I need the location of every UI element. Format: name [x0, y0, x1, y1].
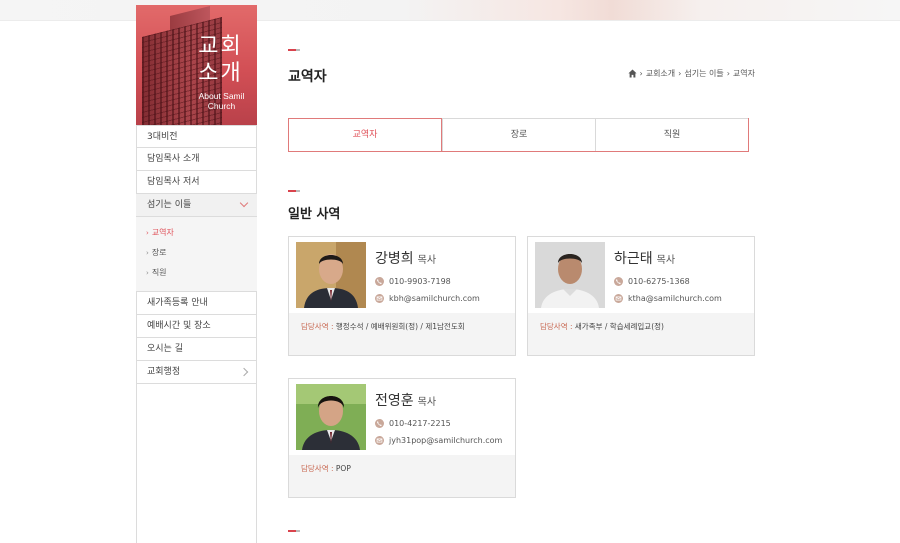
sidebar-item-label: 섬기는 이들	[147, 200, 192, 210]
staff-email: jyh31pop@samilchurch.com	[375, 436, 502, 445]
staff-name: 전영훈 목사	[375, 390, 436, 410]
breadcrumb-item[interactable]: 교회소개	[646, 68, 675, 79]
sidebar-item-administration[interactable]: 교회행정	[136, 361, 257, 384]
sidebar-item-label: 담임목사 소개	[147, 154, 200, 164]
top-banner	[0, 0, 900, 21]
staff-name-text: 강병희	[375, 251, 414, 267]
page-title: 교역자	[288, 69, 327, 85]
staff-email: kbh@samilchurch.com	[375, 294, 480, 303]
staff-name: 강병희 목사	[375, 248, 436, 268]
staff-phone: 010-4217-2215	[375, 419, 451, 428]
home-icon[interactable]	[627, 69, 637, 78]
staff-role: 목사	[417, 255, 437, 266]
breadcrumb-item[interactable]: 섬기는 이들	[684, 68, 723, 79]
staff-photo	[535, 242, 605, 308]
arrow-right-icon: ›	[146, 269, 149, 277]
staff-duty-label: 담당사역 :	[540, 322, 573, 331]
section-mark	[288, 530, 300, 532]
staff-duty-label: 담당사역 :	[301, 464, 334, 473]
staff-email: ktha@samilchurch.com	[614, 294, 722, 303]
staff-email-text[interactable]: ktha@samilchurch.com	[628, 294, 722, 303]
sidebar-item-new-family[interactable]: 새가족등록 안내	[136, 292, 257, 315]
phone-icon	[375, 419, 384, 428]
staff-duty-text: POP	[335, 464, 351, 473]
staff-email-text[interactable]: jyh31pop@samilchurch.com	[389, 436, 502, 445]
sidebar-item-label: 새가족등록 안내	[147, 298, 208, 308]
staff-phone-text: 010-4217-2215	[389, 419, 451, 428]
staff-phone: 010-9903-7198	[375, 277, 451, 286]
arrow-right-icon: ›	[146, 249, 149, 257]
sidebar-item-label: 오시는 길	[147, 344, 183, 354]
sidebar-item-pastor-books[interactable]: 담임목사 저서	[136, 171, 257, 194]
sidebar-item-directions[interactable]: 오시는 길	[136, 338, 257, 361]
staff-card: 하근태 목사 010-6275-1368 ktha@samilchurch.com…	[527, 236, 755, 356]
breadcrumb-separator-icon: ›	[639, 69, 643, 78]
sidebar-item-label: 교회행정	[147, 367, 181, 377]
submenu-item-label: 직원	[151, 268, 167, 277]
submenu-item-label: 장로	[151, 248, 167, 257]
staff-name-text: 하근태	[614, 251, 653, 267]
mail-icon	[614, 294, 623, 303]
breadcrumb-separator-icon: ›	[678, 69, 682, 78]
staff-duty: 담당사역 : 새가족부 / 학습세례입교(정)	[528, 313, 754, 355]
section-title: 일반 사역	[288, 207, 341, 222]
phone-icon	[614, 277, 623, 286]
staff-duty-text: 행정수석 / 예배위원회(정) / 제1남전도회	[335, 322, 465, 331]
staff-card: 전영훈 목사 010-4217-2215 jyh31pop@samilchurch…	[288, 378, 516, 498]
staff-phone: 010-6275-1368	[614, 277, 690, 286]
submenu-item-label: 교역자	[151, 228, 174, 237]
submenu-item-elders[interactable]: › 장로	[146, 243, 257, 263]
breadcrumb: › 교회소개 › 섬기는 이들 › 교역자	[627, 68, 755, 79]
arrow-right-icon: ›	[146, 229, 149, 237]
hero-title-line2: 소개	[198, 61, 243, 86]
submenu-item-staff[interactable]: › 직원	[146, 263, 257, 283]
breadcrumb-separator-icon: ›	[726, 69, 730, 78]
staff-role: 목사	[656, 255, 676, 266]
staff-duty: 담당사역 : 행정수석 / 예배위원회(정) / 제1남전도회	[289, 313, 515, 355]
sidebar-submenu: › 교역자 › 장로 › 직원	[136, 217, 257, 292]
staff-email-text[interactable]: kbh@samilchurch.com	[389, 294, 480, 303]
breadcrumb-item-current: 교역자	[732, 69, 755, 78]
staff-phone-text: 010-6275-1368	[628, 277, 690, 286]
sidebar-item-vision[interactable]: 3대비전	[136, 125, 257, 148]
sidebar-item-label: 담임목사 저서	[147, 177, 200, 187]
staff-duty-text: 새가족부 / 학습세례입교(정)	[574, 322, 664, 331]
sidebar-item-servants[interactable]: 섬기는 이들	[136, 194, 257, 217]
phone-icon	[375, 277, 384, 286]
hero-subtitle: About Samil Church	[198, 91, 245, 111]
hero-title-line1: 교회	[198, 34, 243, 59]
mail-icon	[375, 436, 384, 445]
sidebar: 교회 소개 About Samil Church 3대비전 담임목사 소개 담임…	[136, 5, 257, 384]
staff-duty-label: 담당사역 :	[301, 322, 334, 331]
tab-staff[interactable]: 직원	[595, 118, 748, 151]
chevron-right-icon	[239, 367, 249, 377]
staff-phone-text: 010-9903-7198	[389, 277, 451, 286]
staff-name: 하근태 목사	[614, 248, 675, 268]
section-mark	[288, 190, 300, 192]
sidebar-menu: 3대비전 담임목사 소개 담임목사 저서 섬기는 이들 › 교역자 › 장로 › 직원…	[136, 125, 257, 384]
sidebar-item-label: 3대비전	[147, 132, 178, 142]
submenu-item-ministers[interactable]: › 교역자	[146, 223, 257, 243]
chevron-down-icon	[239, 198, 249, 208]
staff-photo	[296, 242, 366, 308]
sidebar-item-worship-times[interactable]: 예배시간 및 장소	[136, 315, 257, 338]
staff-role: 목사	[417, 397, 437, 408]
tab-ministers[interactable]: 교역자	[288, 118, 442, 151]
section-mark	[288, 49, 300, 51]
tab-elders[interactable]: 장로	[442, 118, 595, 151]
tab-bar: 교역자 장로 직원	[288, 118, 749, 152]
mail-icon	[375, 294, 384, 303]
sidebar-hero-banner: 교회 소개 About Samil Church	[136, 5, 257, 125]
sidebar-item-label: 예배시간 및 장소	[147, 321, 211, 331]
sidebar-item-pastor-intro[interactable]: 담임목사 소개	[136, 148, 257, 171]
hero-title: 교회 소개	[136, 33, 257, 87]
staff-photo	[296, 384, 366, 450]
staff-name-text: 전영훈	[375, 393, 414, 409]
staff-duty: 담당사역 : POP	[289, 455, 515, 497]
staff-card: 강병희 목사 010-9903-7198 kbh@samilchurch.com …	[288, 236, 516, 356]
